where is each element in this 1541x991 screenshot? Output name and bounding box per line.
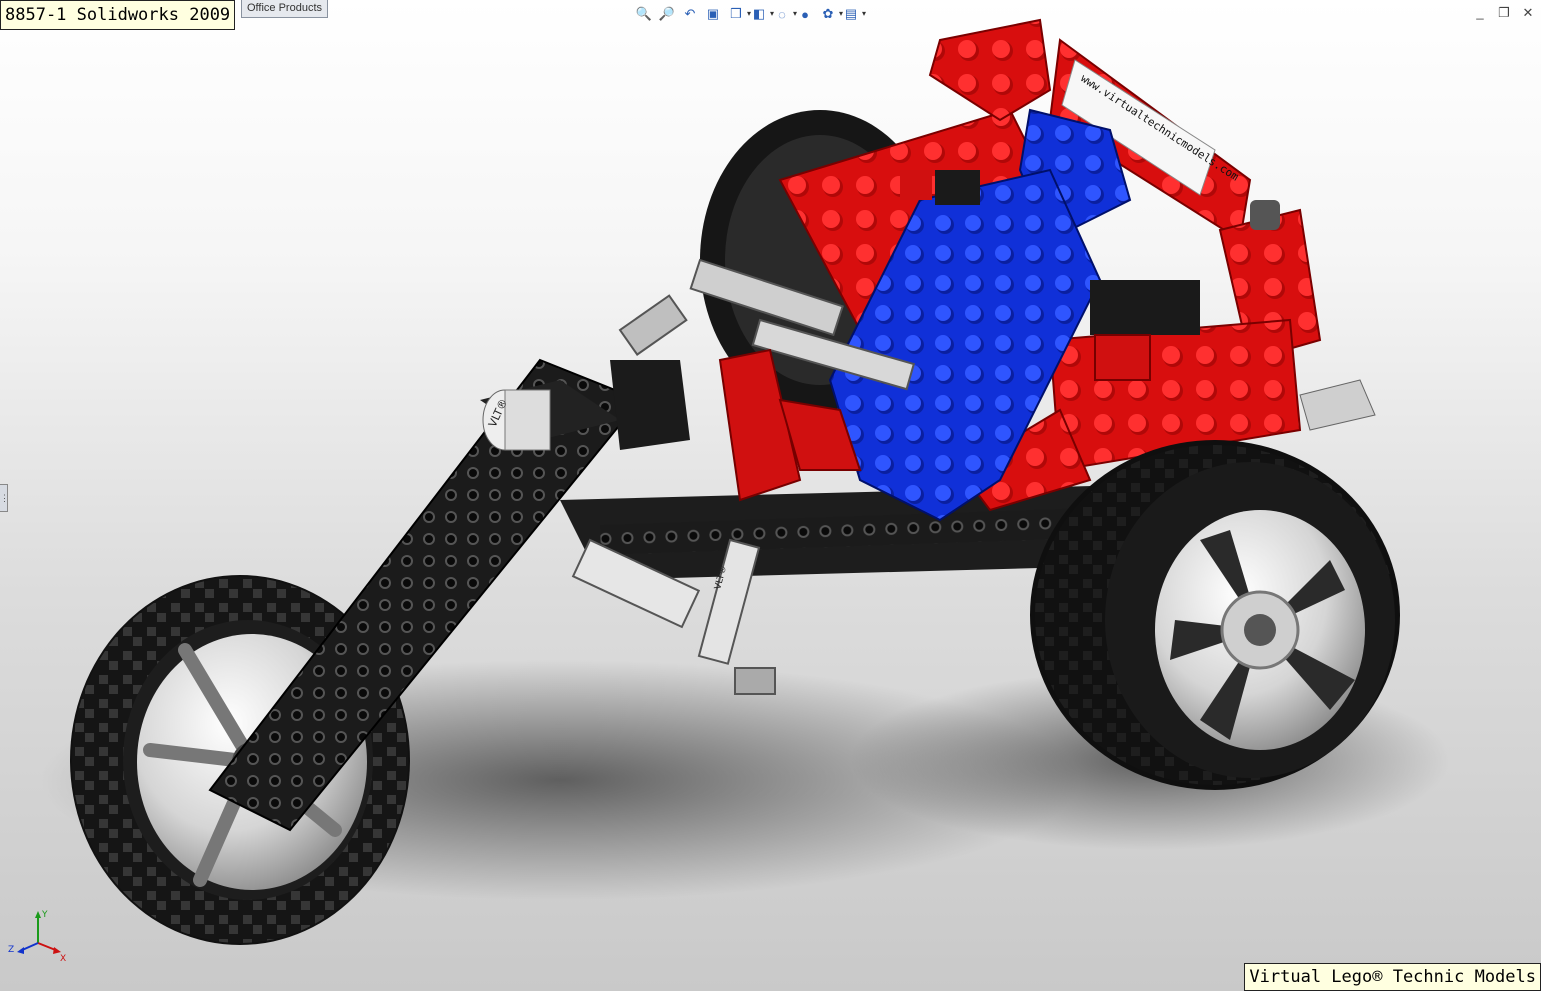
zoom-to-fit-icon[interactable]: 🔍 (635, 5, 653, 23)
minimize-button[interactable]: _ (1473, 6, 1487, 20)
graphics-viewport[interactable]: www.virtualtechnicmodels.com VLT® VLT® 8… (0, 0, 1541, 991)
hide-show-items-icon[interactable]: ◌ (773, 5, 797, 23)
display-style-icon[interactable]: ◧ (750, 5, 774, 23)
apply-scene-icon[interactable]: ✿ (819, 5, 843, 23)
previous-view-icon[interactable]: ↶ (681, 5, 699, 23)
close-button[interactable]: ✕ (1521, 6, 1535, 20)
restore-button[interactable]: ❐ (1497, 6, 1511, 20)
heads-up-view-toolbar: 🔍 🔎 ↶ ▣ ❒ ◧ ◌ ● ✿ ▤ (635, 3, 866, 25)
triad-x-label: X (60, 954, 66, 964)
view-settings-icon[interactable]: ▤ (842, 5, 866, 23)
window-controls: _ ❐ ✕ (1473, 6, 1535, 20)
edit-appearance-icon[interactable]: ● (796, 5, 814, 23)
trike-model-render[interactable]: www.virtualtechnicmodels.com VLT® VLT® (0, 0, 1541, 991)
document-title: 8857-1 Solidworks 2009 (0, 0, 236, 30)
watermark-label: Virtual Lego® Technic Models (1244, 963, 1541, 991)
triad-z-label: Z (8, 945, 14, 955)
fork-label-cylinder: VLT® (482, 389, 551, 451)
reference-triad: Y Z X (8, 910, 66, 964)
rear-right-wheel (1030, 440, 1400, 790)
section-view-icon[interactable]: ▣ (704, 5, 722, 23)
view-orientation-icon[interactable]: ❒ (727, 5, 751, 23)
panel-expand-handle[interactable]: ⋮ (0, 484, 9, 512)
triad-y-label: Y (41, 910, 48, 920)
zoom-area-icon[interactable]: 🔎 (658, 5, 676, 23)
tab-office-products[interactable]: Office Products (241, 0, 328, 18)
